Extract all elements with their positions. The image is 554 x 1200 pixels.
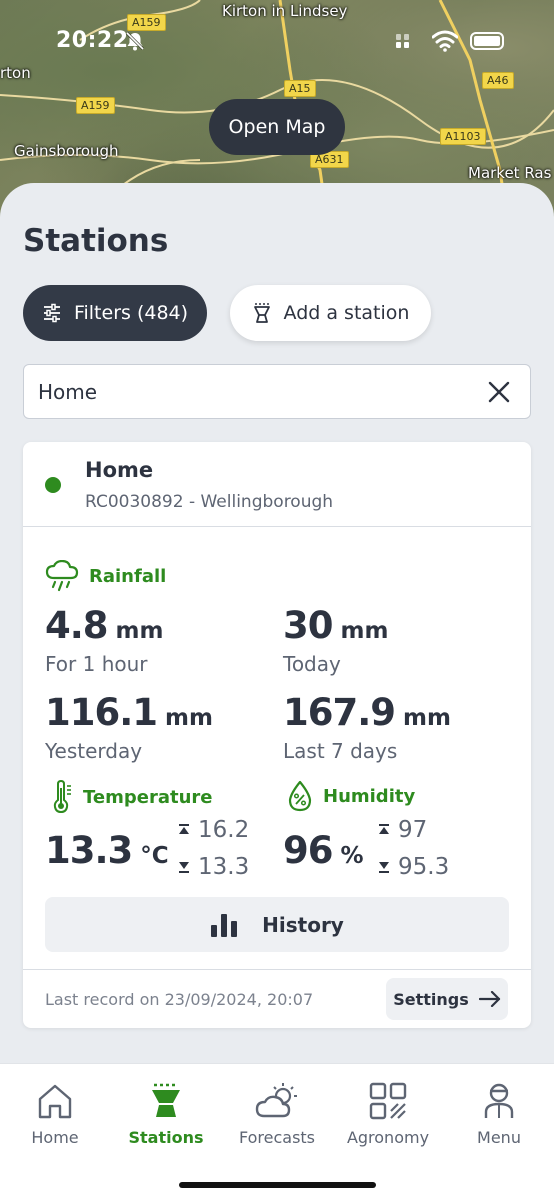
station-icon: [152, 1083, 180, 1117]
rain-yesterday-number: 116.1: [45, 691, 158, 734]
rain-yesterday-label: Yesterday: [45, 739, 143, 763]
filters-button[interactable]: Filters (484): [23, 285, 207, 341]
rain-today-number: 30: [283, 604, 333, 647]
nav-label: Stations: [128, 1128, 204, 1147]
rain-today-value: 30 mm: [283, 604, 388, 647]
station-name: Home: [85, 458, 154, 482]
divider: [23, 969, 531, 970]
settings-button[interactable]: Settings: [386, 978, 508, 1020]
wifi-icon: [432, 30, 458, 52]
humidity-max: 97: [378, 817, 427, 843]
temperature-number: 13.3: [45, 829, 133, 872]
search-field: [23, 364, 531, 419]
station-icon: [253, 303, 270, 323]
min-arrow-icon: [379, 862, 389, 873]
home-indicator: [179, 1182, 376, 1188]
rain-hour-unit: mm: [115, 618, 164, 644]
sliders-icon: [43, 303, 60, 323]
humidity-min-value: 95.3: [398, 854, 450, 880]
divider: [23, 526, 531, 527]
temperature-unit: °C: [140, 843, 169, 869]
grid-icon: [369, 1082, 407, 1120]
last-record-text: Last record on 23/09/2024, 20:07: [45, 990, 314, 1009]
house-icon: [38, 1084, 72, 1119]
humidity-value: 96 %: [283, 829, 364, 872]
road-label: A15: [284, 80, 316, 97]
road-label: A159: [76, 97, 115, 114]
rain-cloud-icon: [45, 560, 79, 592]
temperature-max: 16.2: [178, 817, 249, 843]
temperature-min-value: 13.3: [198, 854, 250, 880]
humidity-number: 96: [283, 829, 333, 872]
rain-week-unit: mm: [403, 705, 451, 731]
nav-label: Home: [31, 1128, 79, 1147]
page-title: Stations: [23, 223, 169, 259]
nav-item-agronomy[interactable]: Agronomy: [333, 1082, 443, 1147]
rain-hour-label: For 1 hour: [45, 652, 148, 676]
bottom-nav: Home Stations Forecasts Agronomy Menu: [0, 1063, 554, 1200]
thermometer-icon: [53, 780, 71, 814]
rain-today-unit: mm: [340, 618, 389, 644]
arrow-right-icon: [478, 991, 500, 1007]
nav-item-stations[interactable]: Stations: [111, 1082, 221, 1147]
max-arrow-icon: [379, 824, 389, 834]
open-map-button[interactable]: Open Map: [209, 99, 345, 155]
humidity-max-value: 97: [398, 817, 428, 843]
rain-week-number: 167.9: [283, 691, 396, 734]
search-input[interactable]: [38, 365, 468, 418]
rain-today-label: Today: [283, 652, 341, 676]
temperature-title: Temperature: [83, 786, 213, 808]
nav-item-forecasts[interactable]: Forecasts: [222, 1082, 332, 1147]
add-station-label: Add a station: [283, 302, 410, 324]
rain-hour-number: 4.8: [45, 604, 109, 647]
temperature-value: 13.3 °C: [45, 829, 169, 872]
bell-muted-icon: [125, 31, 145, 51]
nav-item-home[interactable]: Home: [0, 1082, 110, 1147]
humidity-title: Humidity: [323, 785, 416, 807]
rain-hour-value: 4.8 mm: [45, 604, 163, 647]
nav-label: Forecasts: [238, 1128, 316, 1147]
map-place-label: Gainsborough: [14, 142, 119, 160]
status-time: 20:22: [56, 28, 129, 53]
rain-yesterday-unit: mm: [165, 705, 213, 731]
station-id-location: RC0030892 - Wellingborough: [85, 492, 334, 512]
humidity-drop-icon: [288, 780, 312, 812]
temperature-min: 13.3: [178, 854, 249, 880]
temperature-section-title: Temperature: [51, 780, 212, 814]
filters-label: Filters (484): [73, 302, 189, 324]
settings-label: Settings: [393, 989, 469, 1009]
nav-label: Agronomy: [346, 1128, 430, 1147]
history-label: History: [262, 912, 344, 937]
stations-sheet: Stations Filters (484) Add a station Hom…: [0, 183, 554, 1063]
humidity-min: 95.3: [378, 854, 449, 880]
history-button[interactable]: History: [45, 897, 509, 952]
road-label: A1103: [440, 128, 486, 145]
rainfall-title: Rainfall: [89, 565, 167, 587]
add-station-button[interactable]: Add a station: [230, 285, 431, 341]
signal-icon: [396, 34, 409, 48]
humidity-unit: %: [340, 843, 364, 869]
station-card[interactable]: Home RC0030892 - Wellingborough Rainfall…: [23, 442, 531, 1028]
min-arrow-icon: [179, 862, 189, 873]
status-dot: [45, 477, 61, 493]
map-place-label: Market Ras: [468, 164, 552, 182]
max-arrow-icon: [179, 824, 189, 834]
temperature-max-value: 16.2: [198, 817, 250, 843]
nav-label: Menu: [477, 1128, 521, 1147]
rain-week-value: 167.9 mm: [283, 691, 451, 734]
close-icon[interactable]: [486, 379, 512, 405]
rain-week-label: Last 7 days: [283, 739, 398, 763]
nav-item-menu[interactable]: Menu: [444, 1082, 554, 1147]
rain-yesterday-value: 116.1 mm: [45, 691, 213, 734]
status-bar: 20:22: [0, 0, 554, 80]
cloud-sun-icon: [255, 1083, 297, 1118]
bar-chart-icon: [211, 913, 238, 937]
person-icon: [484, 1083, 514, 1118]
battery-icon: [470, 32, 504, 50]
humidity-section-title: Humidity: [287, 780, 415, 812]
rainfall-section-title: Rainfall: [45, 560, 166, 592]
